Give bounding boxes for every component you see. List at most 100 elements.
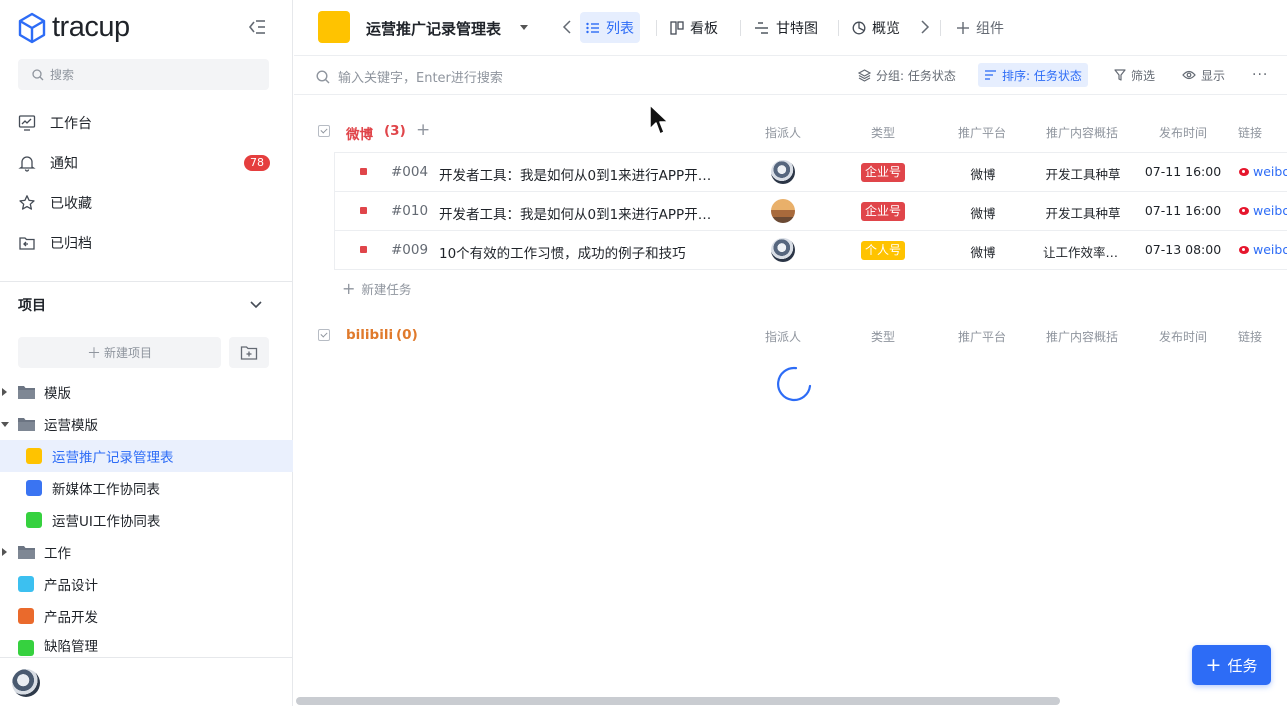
caret-right-icon[interactable] <box>2 388 7 396</box>
kanban-icon <box>670 20 684 35</box>
create-task-button[interactable]: + 任务 <box>1192 645 1271 685</box>
new-task-button[interactable]: + 新建任务 <box>342 279 411 298</box>
add-component-button[interactable]: 组件 <box>950 12 1010 43</box>
task-title[interactable]: 开发者工具：我是如何从0到1来进行APP开发的 <box>439 203 724 223</box>
tree-folder-templates[interactable]: 模版 <box>0 376 293 408</box>
display-button[interactable]: 显示 <box>1176 63 1231 87</box>
user-avatar[interactable] <box>12 669 40 697</box>
assignee-avatar[interactable] <box>771 160 795 184</box>
publish-time-cell[interactable]: 07-11 16:00 <box>1138 203 1228 218</box>
tab-list[interactable]: 列表 <box>580 12 640 43</box>
new-folder-button[interactable] <box>229 337 269 368</box>
link-text[interactable]: weibo <box>1253 203 1287 218</box>
group-by-button[interactable]: 分组: 任务状态 <box>852 63 962 87</box>
group-collapse-checkbox[interactable] <box>318 329 330 341</box>
column-header-assignee[interactable]: 指派人 <box>738 124 828 141</box>
folder-icon <box>18 546 35 559</box>
column-header-platform[interactable]: 推广平台 <box>937 124 1027 141</box>
publish-time-cell[interactable]: 07-11 16:00 <box>1138 164 1228 179</box>
type-tag[interactable]: 企业号 <box>861 202 906 221</box>
column-header-publish-time[interactable]: 发布时间 <box>1138 124 1228 141</box>
project-color-swatch <box>18 576 34 592</box>
tree-project-ops-promo[interactable]: 运营推广记录管理表 <box>0 440 293 472</box>
column-header-summary[interactable]: 推广内容概括 <box>1037 328 1127 345</box>
summary-cell[interactable]: 开发工具种草 <box>1038 164 1128 183</box>
task-title[interactable]: 开发者工具：我是如何从0到1来进行APP开发的 <box>439 164 724 184</box>
column-header-link[interactable]: 链接 <box>1238 124 1287 141</box>
collapse-sidebar-icon[interactable] <box>247 18 267 36</box>
task-id: #010 <box>391 203 429 219</box>
new-project-button[interactable]: ＋ 新建项目 <box>18 337 221 368</box>
platform-cell[interactable]: 微博 <box>938 203 1028 222</box>
sort-button[interactable]: 排序: 任务状态 <box>978 63 1088 87</box>
chevron-left-icon[interactable] <box>562 19 572 39</box>
link-cell[interactable]: weibo <box>1239 203 1287 218</box>
link-cell[interactable]: weibo <box>1239 164 1287 179</box>
link-text[interactable]: weibo <box>1253 164 1287 179</box>
column-header-publish-time[interactable]: 发布时间 <box>1138 328 1228 345</box>
task-row[interactable]: #004 开发者工具：我是如何从0到1来进行APP开发的 企业号 微博 开发工具… <box>335 153 1287 192</box>
layers-icon <box>858 68 871 82</box>
more-options-icon[interactable]: ··· <box>1246 63 1274 87</box>
platform-cell[interactable]: 微博 <box>938 164 1028 183</box>
caret-down-icon[interactable] <box>1 422 9 427</box>
tab-separator <box>656 20 657 36</box>
tree-project-product-design[interactable]: 产品设计 <box>0 568 293 600</box>
assignee-avatar[interactable] <box>771 199 795 223</box>
sidebar-search-input[interactable]: 搜索 <box>18 59 269 90</box>
group-by-label: 分组: 任务状态 <box>876 68 956 83</box>
tab-gantt[interactable]: 甘特图 <box>748 12 824 43</box>
summary-cell[interactable]: 让工作效率提升 <box>1043 242 1123 261</box>
type-tag[interactable]: 个人号 <box>861 241 906 260</box>
caret-right-icon[interactable] <box>2 548 7 556</box>
platform-cell[interactable]: 微博 <box>938 242 1028 261</box>
keyword-search-input[interactable]: 输入关键字，Enter进行搜索 <box>316 67 503 86</box>
horizontal-scrollbar[interactable] <box>296 697 1060 705</box>
project-title[interactable]: 运营推广记录管理表 <box>366 18 501 39</box>
add-task-plus-icon[interactable]: + <box>416 120 430 140</box>
nav-item-archived[interactable]: 已归档 <box>18 230 270 256</box>
new-task-label: 新建任务 <box>361 282 412 297</box>
tree-project-bug-management[interactable]: 缺陷管理 <box>0 632 293 657</box>
type-tag[interactable]: 企业号 <box>861 163 906 182</box>
link-text[interactable]: weibo <box>1253 242 1287 257</box>
project-color-swatch <box>18 608 34 624</box>
group-collapse-checkbox[interactable] <box>318 125 330 137</box>
task-row[interactable]: #009 10个有效的工作习惯，成功的例子和技巧 个人号 微博 让工作效率提升 … <box>335 231 1287 270</box>
summary-cell[interactable]: 开发工具种草 <box>1038 203 1128 222</box>
column-header-type[interactable]: 类型 <box>838 328 928 345</box>
tree-folder-work[interactable]: 工作 <box>0 536 293 568</box>
group-name[interactable]: 微博 <box>346 123 373 143</box>
publish-time-cell[interactable]: 07-13 08:00 <box>1138 242 1228 257</box>
tree-label: 新媒体工作协同表 <box>52 482 160 498</box>
task-title[interactable]: 10个有效的工作习惯，成功的例子和技巧 <box>439 242 724 262</box>
chevron-down-icon[interactable] <box>248 296 264 312</box>
filter-bar: 输入关键字，Enter进行搜索 分组: 任务状态 排序: 任务状态 筛选 显示 … <box>294 56 1287 95</box>
link-cell[interactable]: weibo <box>1239 242 1287 257</box>
nav-item-notifications[interactable]: 通知 78 <box>18 150 270 176</box>
column-header-assignee[interactable]: 指派人 <box>738 328 828 345</box>
tab-kanban[interactable]: 看板 <box>664 12 724 43</box>
filter-button[interactable]: 筛选 <box>1108 63 1161 87</box>
caret-down-icon[interactable] <box>520 25 528 30</box>
task-row[interactable]: #010 开发者工具：我是如何从0到1来进行APP开发的 企业号 微博 开发工具… <box>335 192 1287 231</box>
tree-project-product-dev[interactable]: 产品开发 <box>0 600 293 632</box>
logo[interactable]: tracup <box>18 11 130 44</box>
assignee-avatar[interactable] <box>771 238 795 262</box>
group-name[interactable]: bilibili <box>346 327 393 343</box>
filter-icon <box>1114 69 1126 81</box>
tree-label: 运营UI工作协同表 <box>52 514 161 530</box>
project-color-swatch <box>26 512 42 528</box>
column-header-platform[interactable]: 推广平台 <box>937 328 1027 345</box>
column-header-type[interactable]: 类型 <box>838 124 928 141</box>
create-task-label: 任务 <box>1227 656 1258 675</box>
column-header-summary[interactable]: 推广内容概括 <box>1037 124 1127 141</box>
nav-item-favorites[interactable]: 已收藏 <box>18 190 270 216</box>
tree-project-ops-ui[interactable]: 运营UI工作协同表 <box>0 504 293 536</box>
tree-folder-ops-templates[interactable]: 运营模版 <box>0 408 293 440</box>
column-header-link[interactable]: 链接 <box>1238 328 1287 345</box>
tab-overview[interactable]: 概览 <box>846 12 906 43</box>
nav-item-workbench[interactable]: 工作台 <box>18 110 270 136</box>
tree-project-new-media[interactable]: 新媒体工作协同表 <box>0 472 293 504</box>
chevron-right-icon[interactable] <box>920 19 930 39</box>
